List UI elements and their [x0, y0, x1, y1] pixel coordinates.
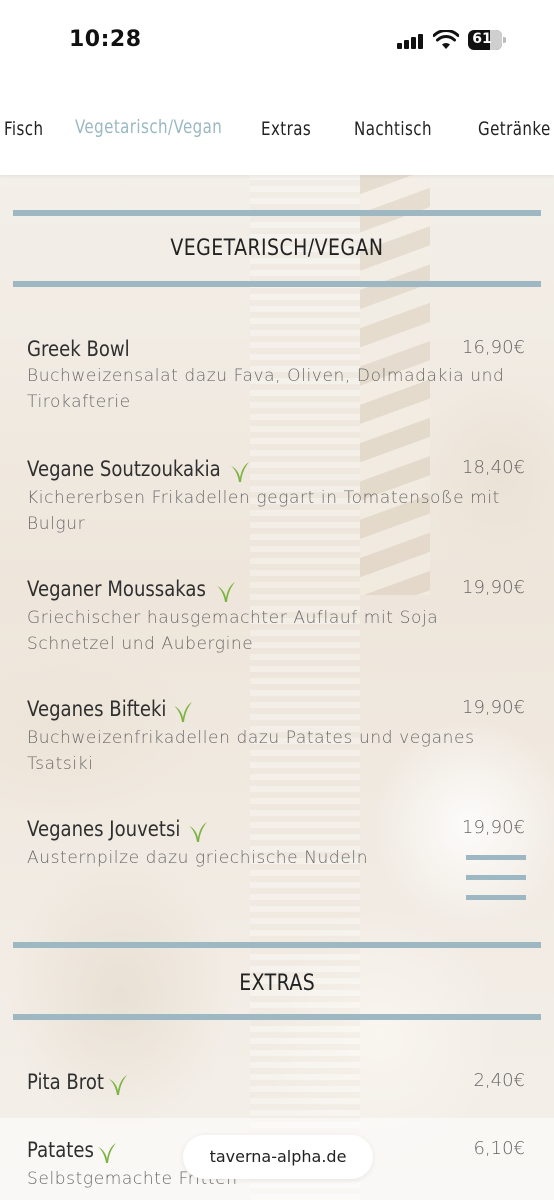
item-description: Buchweizensalat dazu Fava, Oliven, Dolma…	[27, 366, 505, 412]
wifi-icon	[433, 30, 459, 49]
menu-item[interactable]: Vegane Soutzoukakia 18,40€ Kichererbsen …	[27, 457, 527, 537]
vegan-leaf-icon	[174, 701, 193, 722]
vegan-leaf-icon	[109, 1074, 128, 1095]
item-price: 19,90€	[462, 697, 525, 718]
category-nav: Fisch Vegetarisch/Vegan Extras Nachtisch…	[0, 80, 554, 175]
battery-icon: 61	[468, 30, 506, 50]
item-price: 2,40€	[473, 1070, 525, 1091]
item-price: 19,90€	[462, 577, 525, 598]
browser-url-bar[interactable]: taverna-alpha.de	[183, 1135, 373, 1179]
menu-item[interactable]: Veganer Moussakas 19,90€ Griechischer ha…	[27, 577, 527, 657]
item-price: 18,40€	[462, 457, 525, 478]
item-name: Veganes Bifteki	[27, 697, 167, 721]
item-price: 6,10€	[473, 1138, 525, 1159]
item-price: 19,90€	[462, 817, 525, 838]
item-description: Austernpilze dazu griechische Nudeln	[27, 847, 369, 868]
menu-item[interactable]: Greek Bowl 16,90€ Buchweizensalat dazu F…	[27, 337, 527, 415]
vegan-leaf-icon	[217, 581, 236, 602]
item-name: Patates	[27, 1138, 94, 1162]
tab-vegetarisch-vegan[interactable]: Vegetarisch/Vegan	[75, 116, 222, 138]
item-name: Greek Bowl	[27, 337, 130, 361]
vegan-leaf-icon	[97, 1142, 116, 1163]
vegan-leaf-icon	[189, 821, 208, 842]
section-rule	[13, 210, 541, 216]
vegan-leaf-icon	[231, 461, 250, 482]
tab-getraenke[interactable]: Getränke	[478, 118, 551, 140]
tab-extras[interactable]: Extras	[261, 118, 311, 140]
item-description: Buchweizenfrikadellen dazu Patates und v…	[27, 727, 475, 774]
tab-nachtisch[interactable]: Nachtisch	[354, 118, 432, 140]
section-rule	[13, 942, 541, 948]
section-rule	[13, 1014, 541, 1020]
item-description: Kichererbsen Frikadellen gegart in Tomat…	[27, 487, 500, 534]
item-name: Pita Brot	[27, 1070, 104, 1094]
battery-level: 61	[472, 31, 492, 47]
tab-fisch[interactable]: Fisch	[4, 118, 43, 140]
status-time: 10:28	[69, 27, 142, 52]
item-name: Vegane Soutzoukakia	[27, 457, 221, 481]
section-title: VEGETARISCH/VEGAN	[170, 236, 384, 261]
status-bar: 10:28 61	[0, 0, 554, 80]
menu-item[interactable]: Veganes Bifteki 19,90€ Buchweizenfrikade…	[27, 697, 527, 777]
section-rule	[13, 281, 541, 287]
item-price: 16,90€	[462, 337, 525, 358]
item-name: Veganes Jouvetsi	[27, 817, 181, 841]
hamburger-menu-icon[interactable]	[466, 855, 526, 901]
menu-content: VEGETARISCH/VEGAN Greek Bowl 16,90€ Buch…	[0, 175, 554, 1200]
menu-item[interactable]: Veganes Jouvetsi 19,90€ Austernpilze daz…	[27, 817, 527, 871]
item-name: Veganer Moussakas	[27, 577, 206, 601]
item-description: Griechischer hausgemachter Auflauf mit S…	[27, 607, 439, 654]
cellular-signal-icon	[397, 33, 425, 49]
section-title: EXTRAS	[238, 971, 316, 996]
menu-item[interactable]: Pita Brot 2,40€	[27, 1070, 527, 1096]
